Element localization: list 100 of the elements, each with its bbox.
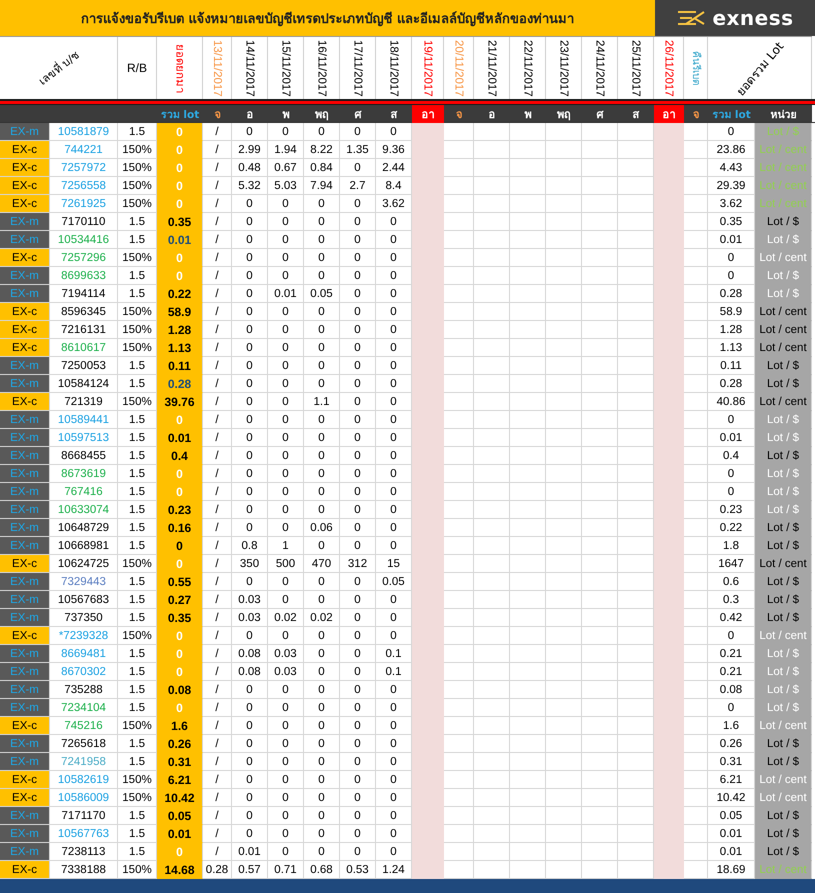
day-lot-cell: 0 xyxy=(340,357,376,375)
carried-lot-value: 58.9 xyxy=(168,304,192,318)
day-lot-cell: / xyxy=(203,321,232,339)
unit-cell: Lot / $ xyxy=(755,447,812,465)
day-lot-cell: 0 xyxy=(376,843,412,861)
day-lot-cell: 0 xyxy=(304,483,340,501)
day-lot-cell: 0 xyxy=(376,429,412,447)
total-lot-cell: 0.08 xyxy=(708,681,755,699)
rate-cell: 1.5 xyxy=(118,267,157,285)
logo-mark-icon xyxy=(676,10,706,26)
total-lot-cell: 0.05 xyxy=(708,807,755,825)
day-lot-cell: 0 xyxy=(340,753,376,771)
day-lot-cell: 0 xyxy=(232,717,268,735)
rate-cell: 1.5 xyxy=(118,825,157,843)
day-lot-cell: 0 xyxy=(304,825,340,843)
total-lot-cell: 0.21 xyxy=(708,663,755,681)
account-type-cell: EX-m xyxy=(0,753,50,771)
day-lot-cell: 0 xyxy=(268,573,304,591)
day-lot-cell: 0 xyxy=(304,411,340,429)
day-lot-cell: 0 xyxy=(304,663,340,681)
day-lot-cell: 0.02 xyxy=(304,609,340,627)
day-lot-cell: 0 xyxy=(304,627,340,645)
rate-cell: 150% xyxy=(118,771,157,789)
account-type-cell: EX-m xyxy=(0,447,50,465)
rate-cell: 150% xyxy=(118,717,157,735)
day-lot-cell: 0 xyxy=(232,699,268,717)
unit-cell: Lot / $ xyxy=(755,609,812,627)
day-lot-cell: 0 xyxy=(376,753,412,771)
account-type-cell: EX-m xyxy=(0,411,50,429)
total-lot-cell: 1647 xyxy=(708,555,755,573)
day-lot-cell: 0 xyxy=(376,501,412,519)
unit-cell: Lot / cent xyxy=(755,339,812,357)
rate-cell: 1.5 xyxy=(118,501,157,519)
total-lot-cell: 0.28 xyxy=(708,285,755,303)
total-lot-cell: 0.01 xyxy=(708,825,755,843)
day-lot-cell: 0.8 xyxy=(232,537,268,555)
day-lot-cell: 0 xyxy=(340,519,376,537)
account-number-cell: 7257972 xyxy=(50,159,118,177)
unit-cell: Lot / $ xyxy=(755,807,812,825)
day-lot-cell: 0.53 xyxy=(340,861,376,879)
day-lot-cell: 0.48 xyxy=(232,159,268,177)
day-lot-cell: 0 xyxy=(340,267,376,285)
date-header: 20/11/2017 xyxy=(452,40,464,96)
shaded-cell xyxy=(654,123,684,141)
day-lot-cell: 0 xyxy=(232,501,268,519)
unit-cell: Lot / $ xyxy=(755,681,812,699)
rate-cell: 150% xyxy=(118,159,157,177)
carried-lot-value: 0 xyxy=(176,124,183,138)
day-lot-cell: / xyxy=(203,447,232,465)
day-lot-cell: / xyxy=(203,537,232,555)
day-lot-cell: 0 xyxy=(340,123,376,141)
day-lot-cell: 0 xyxy=(340,843,376,861)
day-lot-cell: 0 xyxy=(376,375,412,393)
day-lot-cell: 0 xyxy=(376,627,412,645)
unit-cell: Lot / cent xyxy=(755,195,812,213)
account-number-cell: 7171170 xyxy=(50,807,118,825)
carried-lot-value: 14.68 xyxy=(164,862,195,876)
day-lot-cell: 9.36 xyxy=(376,141,412,159)
date-header: 17/11/2017 xyxy=(352,40,364,96)
day-lot-cell: / xyxy=(203,303,232,321)
weekday-header: พ xyxy=(524,107,532,123)
day-lot-cell: 2.7 xyxy=(340,177,376,195)
day-lot-cell: 0 xyxy=(304,501,340,519)
day-lot-cell: 0 xyxy=(376,447,412,465)
day-lot-cell: 0 xyxy=(268,771,304,789)
day-lot-cell: / xyxy=(203,645,232,663)
account-type-cell: EX-m xyxy=(0,123,50,141)
day-lot-cell: 0 xyxy=(340,789,376,807)
unit-cell: Lot / $ xyxy=(755,411,812,429)
day-lot-cell: 0 xyxy=(268,519,304,537)
total-lot-cell: 0.3 xyxy=(708,591,755,609)
day-lot-cell: 0 xyxy=(376,789,412,807)
day-lot-cell: 0.01 xyxy=(232,843,268,861)
rate-cell: 150% xyxy=(118,339,157,357)
day-lot-cell: 0 xyxy=(232,411,268,429)
rate-cell: 1.5 xyxy=(118,807,157,825)
account-number-cell: 7250053 xyxy=(50,357,118,375)
total-lot-cell: 40.86 xyxy=(708,393,755,411)
day-lot-cell: 0 xyxy=(376,699,412,717)
day-lot-cell: / xyxy=(203,681,232,699)
total-lot-cell: 0 xyxy=(708,465,755,483)
day-lot-cell: / xyxy=(203,825,232,843)
carried-lot-value: 0 xyxy=(176,142,183,156)
day-lot-cell: 0 xyxy=(304,843,340,861)
day-lot-cell: 0 xyxy=(268,627,304,645)
day-lot-cell: 0 xyxy=(232,771,268,789)
carried-lot-value: 0 xyxy=(176,196,183,210)
day-lot-cell: 0 xyxy=(376,285,412,303)
total-lot-cell: 1.28 xyxy=(708,321,755,339)
carried-lot-value: 1.13 xyxy=(168,340,192,354)
day-lot-cell: 0 xyxy=(304,699,340,717)
day-lot-cell: 0 xyxy=(232,285,268,303)
day-lot-cell: 0 xyxy=(232,303,268,321)
carried-lot-value: 0 xyxy=(176,178,183,192)
account-number-cell: 7194114 xyxy=(50,285,118,303)
day-lot-cell: / xyxy=(203,195,232,213)
rate-cell: 1.5 xyxy=(118,537,157,555)
day-lot-cell: / xyxy=(203,519,232,537)
account-type-cell: EX-c xyxy=(0,249,50,267)
day-lot-cell: 0 xyxy=(340,735,376,753)
